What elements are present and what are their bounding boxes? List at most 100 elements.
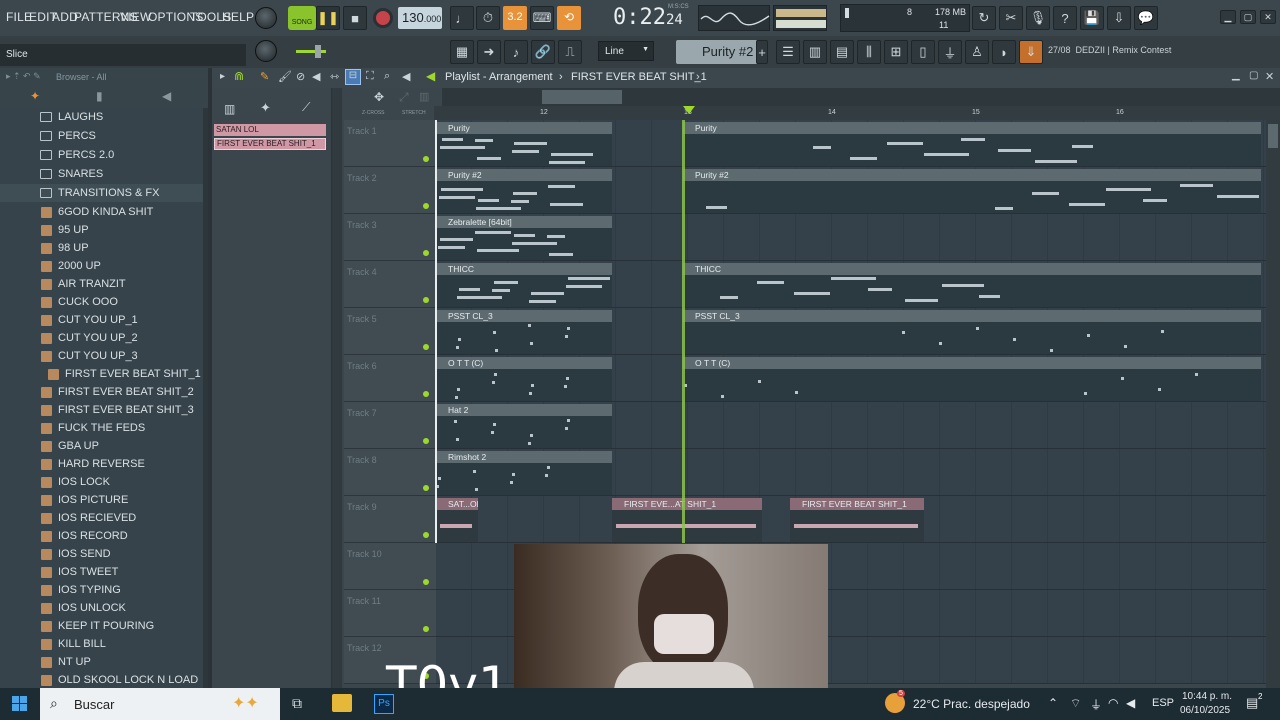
browser-file[interactable]: IOS PICTURE xyxy=(0,491,204,509)
pattern-clip[interactable]: PSST CL_3 xyxy=(436,310,612,354)
project-button[interactable]: ▯ xyxy=(911,40,935,64)
automation-picker-icon[interactable]: ⟋ xyxy=(302,100,310,115)
track-header[interactable]: Track 6 xyxy=(344,355,436,402)
minimize-button[interactable]: ▁ xyxy=(1220,10,1236,24)
track-mute-led[interactable] xyxy=(423,156,429,162)
pattern-clip[interactable]: O T T (C) xyxy=(683,357,1261,401)
network-icon[interactable]: ⌔ xyxy=(1070,696,1081,711)
playback-tool-icon[interactable]: ◀ xyxy=(402,70,410,83)
pattern-clip[interactable]: Rimshot 2 xyxy=(436,451,612,495)
slip-tool-icon[interactable]: ⇿ xyxy=(330,70,339,83)
browser-file[interactable]: 6GOD KINDA SHIT xyxy=(0,203,204,221)
track-header[interactable]: Track 4 xyxy=(344,261,436,308)
browser-file[interactable]: IOS TYPING xyxy=(0,581,204,599)
pattern-clip[interactable]: SAT...OL xyxy=(436,498,478,542)
track-header[interactable]: Track 10 xyxy=(344,543,436,590)
undo-history-button[interactable]: ↻ xyxy=(972,6,996,30)
pattern-clip[interactable]: THICC xyxy=(436,263,612,307)
slide-button[interactable]: ♪ xyxy=(504,40,528,64)
zoom-tool-icon[interactable]: ⌕ xyxy=(384,70,390,83)
playlist-close-icon[interactable]: ✕ xyxy=(1265,70,1274,83)
track-mute-led[interactable] xyxy=(423,250,429,256)
browser-folder[interactable]: PERCS 2.0 xyxy=(0,146,204,164)
track-move-icon[interactable]: ✥ xyxy=(374,90,384,104)
browser-folder[interactable]: PERCS xyxy=(0,127,204,145)
playhead-line[interactable] xyxy=(682,120,685,543)
clock-date[interactable]: 06/10/2025 xyxy=(1180,705,1230,716)
step-sequencer-button[interactable]: ▥ xyxy=(803,40,827,64)
pattern-clip[interactable]: Zebralette [64bit] xyxy=(436,216,612,260)
pattern-clip[interactable]: Hat 2 xyxy=(436,404,612,448)
track-mute-led[interactable] xyxy=(423,532,429,538)
pattern-clip[interactable]: Purity #2 xyxy=(683,169,1261,213)
loop-record-button[interactable]: ⟲ xyxy=(557,6,581,30)
pattern-clip[interactable]: Purity xyxy=(683,122,1261,166)
pattern-clip[interactable]: FIRST EVER BEAT SHIT_1 xyxy=(790,498,924,542)
browser-file[interactable]: CUT YOU UP_1 xyxy=(0,311,204,329)
tab-speaker-icon[interactable]: ◀ xyxy=(162,89,171,103)
browser-file[interactable]: CUT YOU UP_3 xyxy=(0,347,204,365)
clock-time[interactable]: 10:44 p. m. xyxy=(1182,691,1232,702)
pattern-clip[interactable]: Purity #2 xyxy=(436,169,612,213)
tray-chevron-icon[interactable]: ⌃ xyxy=(1048,696,1058,710)
tab-all-icon[interactable]: ✦ xyxy=(30,89,40,103)
help-button[interactable]: ? xyxy=(1053,6,1077,30)
pencil-tool-icon[interactable]: ✎ xyxy=(260,70,269,83)
browser-toggle-button[interactable]: ⊞ xyxy=(884,40,908,64)
file-explorer-icon[interactable] xyxy=(332,694,352,712)
menu-help[interactable]: HELP xyxy=(222,10,254,24)
track-resize-icon[interactable]: ⤢ xyxy=(399,90,409,105)
play-button[interactable]: ❚❚ xyxy=(316,6,340,30)
vertical-scrollbar[interactable] xyxy=(1266,120,1280,688)
piano-picker-icon[interactable]: ▥ xyxy=(224,102,235,116)
track-header[interactable]: Track 5 xyxy=(344,308,436,355)
track-mute-led[interactable] xyxy=(423,203,429,209)
song-mode-button[interactable]: SONG xyxy=(288,6,316,30)
menu-view[interactable]: VIEW xyxy=(120,10,151,24)
timeline-ruler[interactable]: 12 13 14 15 16 xyxy=(434,106,1280,120)
delete-tool-icon[interactable]: ⊘ xyxy=(296,70,305,83)
plugin-button[interactable]: ⏚ xyxy=(938,40,962,64)
browser-scrollbar[interactable] xyxy=(203,108,208,688)
browser-folder[interactable]: TRANSITIONS & FX xyxy=(0,184,204,202)
browser-file[interactable]: AIR TRANZIT xyxy=(0,275,204,293)
pattern-clip[interactable]: Purity xyxy=(436,122,612,166)
track-mute-led[interactable] xyxy=(423,438,429,444)
chat-button[interactable]: 💬 xyxy=(1134,6,1158,30)
pattern-number-button[interactable]: 3.2 xyxy=(503,6,527,30)
metronome-button[interactable]: ♩ xyxy=(450,6,474,30)
export-button[interactable]: ⇩ xyxy=(1107,6,1131,30)
volume-icon[interactable]: ◀ xyxy=(1126,696,1135,710)
picker-scrollbar[interactable] xyxy=(332,88,342,688)
browser-file[interactable]: GBA UP xyxy=(0,437,204,455)
snap-select[interactable]: Line ▼ xyxy=(598,41,654,61)
play-arrangement-icon[interactable]: ◀ xyxy=(426,69,435,83)
pattern-clip[interactable]: O T T (C) xyxy=(436,357,612,401)
track-grid-icon[interactable]: ▥ xyxy=(419,90,429,103)
slice-tool-icon[interactable]: ⊟ xyxy=(345,69,361,85)
track-mute-led[interactable] xyxy=(423,391,429,397)
language-indicator[interactable]: ESP xyxy=(1152,697,1174,709)
notification-icon[interactable]: ▤ xyxy=(1246,695,1258,711)
link-button[interactable]: 🔗 xyxy=(531,40,555,64)
track-mute-led[interactable] xyxy=(423,297,429,303)
wifi-icon[interactable]: ◠ xyxy=(1108,696,1118,710)
mixer-button[interactable]: ⫼ xyxy=(857,40,881,64)
record-button[interactable] xyxy=(373,8,393,28)
audio-picker-icon[interactable]: ✦ xyxy=(260,100,271,116)
track-header[interactable]: Track 3 xyxy=(344,214,436,261)
master-volume-knob[interactable] xyxy=(255,7,277,29)
select-tool-icon[interactable]: ⛶ xyxy=(366,70,374,83)
browser-folder[interactable]: SNARES xyxy=(0,165,204,183)
weather-text[interactable]: 22°C Prac. despejado xyxy=(913,697,1030,711)
track-header[interactable]: Track 9 xyxy=(344,496,436,543)
horizontal-scrollbar[interactable] xyxy=(442,88,1280,106)
news-ticker[interactable]: 27/08 DEDZII | Remix Contest xyxy=(1048,45,1171,55)
playlist-maximize-icon[interactable]: ▢ xyxy=(1249,70,1258,81)
track-mute-led[interactable] xyxy=(423,485,429,491)
download-button[interactable]: ⇓ xyxy=(1019,40,1043,64)
windows-start-icon[interactable] xyxy=(12,696,28,712)
browser-file[interactable]: IOS RECORD xyxy=(0,527,204,545)
wait-input-button[interactable]: ⏱ xyxy=(476,6,500,30)
channel-selector[interactable]: Purity #2 xyxy=(676,40,758,64)
